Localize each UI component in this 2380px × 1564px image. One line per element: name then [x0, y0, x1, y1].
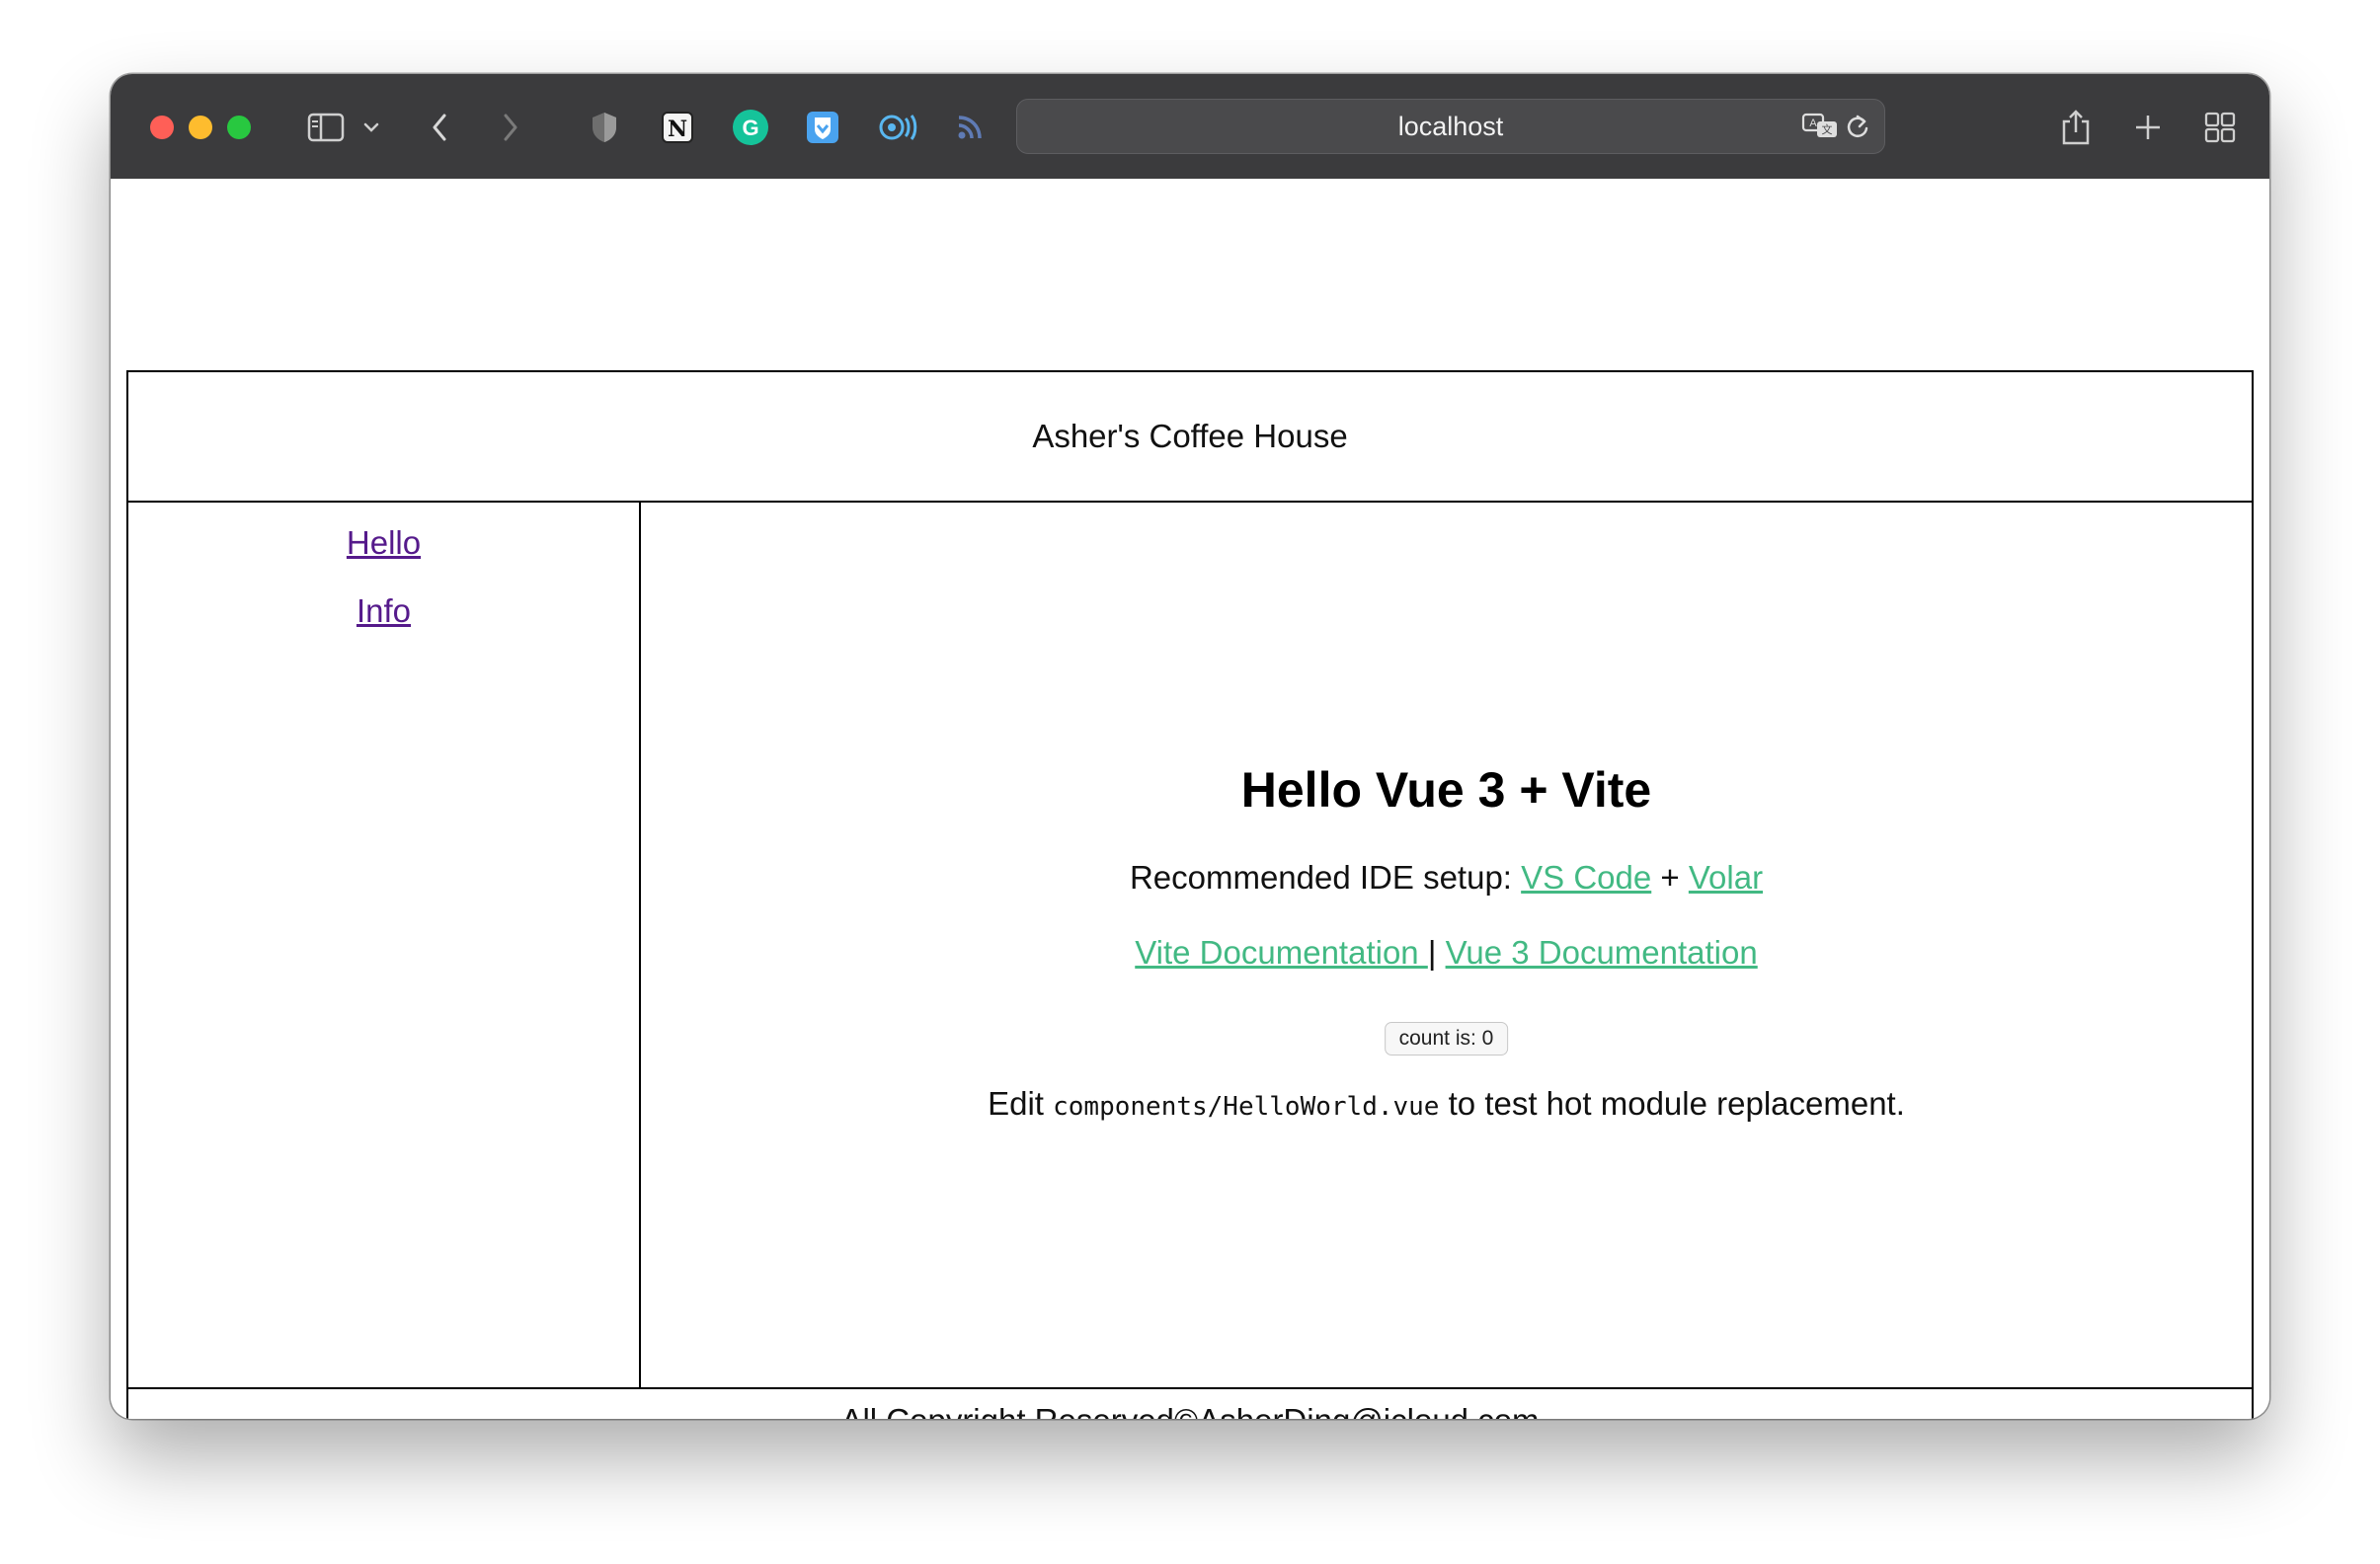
sidebar: Hello Info: [128, 501, 641, 1387]
sidebar-toggle-icon[interactable]: [304, 104, 348, 151]
back-icon[interactable]: [425, 104, 454, 151]
edit-suffix-text: to test hot module replacement.: [1439, 1085, 1905, 1122]
main-panel: Hello Vue 3 + Vite Recommended IDE setup…: [641, 501, 2252, 1387]
bitwarden-icon[interactable]: [802, 104, 843, 151]
chevron-down-icon[interactable]: [359, 104, 383, 151]
zoom-window-button[interactable]: [227, 116, 251, 139]
reload-icon[interactable]: [1843, 103, 1872, 150]
grammarly-icon[interactable]: G: [730, 104, 771, 151]
notion-icon[interactable]: N: [657, 104, 698, 151]
close-window-button[interactable]: [150, 116, 174, 139]
accessibility-icon[interactable]: [875, 104, 920, 151]
volar-link[interactable]: Volar: [1689, 859, 1763, 896]
nav-link-info[interactable]: Info: [128, 592, 639, 630]
docs-line: Vite Documentation | Vue 3 Documentation: [641, 934, 2252, 972]
vue-docs-link[interactable]: Vue 3 Documentation: [1446, 934, 1758, 971]
vscode-link[interactable]: VS Code: [1521, 859, 1651, 896]
app-layout: Asher's Coffee House Hello Info Hello Vu…: [126, 370, 2254, 1419]
browser-toolbar: N G localhost A 文: [111, 74, 2269, 180]
svg-text:N: N: [668, 117, 687, 142]
minimize-window-button[interactable]: [189, 116, 212, 139]
ide-plus-text: +: [1651, 859, 1689, 896]
site-header: Asher's Coffee House: [128, 372, 2252, 503]
svg-text:A: A: [1809, 117, 1817, 129]
site-title: Asher's Coffee House: [1032, 418, 1348, 454]
footer-text: All Copyright Reserved©AsherDing@icloud.…: [840, 1402, 1539, 1419]
svg-text:G: G: [742, 116, 758, 140]
rss-icon[interactable]: [952, 104, 988, 151]
ide-prefix-text: Recommended IDE setup:: [1129, 859, 1522, 896]
vite-docs-link[interactable]: Vite Documentation: [1135, 934, 1428, 971]
page-content: Asher's Coffee House Hello Info Hello Vu…: [111, 179, 2269, 1419]
component-path-code: components/HelloWorld.vue: [1053, 1092, 1440, 1122]
translate-icon[interactable]: A 文: [1799, 103, 1843, 150]
address-bar[interactable]: localhost A 文: [1016, 99, 1885, 154]
count-button[interactable]: count is: 0: [1384, 1022, 1509, 1056]
edit-hint-line: Edit components/HelloWorld.vue to test h…: [641, 1085, 2252, 1123]
svg-text:文: 文: [1822, 122, 1833, 136]
privacy-shield-icon[interactable]: [585, 104, 624, 151]
ide-setup-line: Recommended IDE setup: VS Code + Volar: [641, 859, 2252, 897]
browser-window: N G localhost A 文 Asher's Coffee House H…: [111, 74, 2269, 1419]
nav-link-hello[interactable]: Hello: [128, 524, 639, 562]
page-heading: Hello Vue 3 + Vite: [1240, 762, 1652, 818]
edit-prefix-text: Edit: [988, 1085, 1054, 1122]
new-tab-icon[interactable]: [2128, 104, 2168, 151]
forward-icon[interactable]: [496, 104, 525, 151]
docs-separator: |: [1427, 934, 1437, 971]
site-footer: All Copyright Reserved©AsherDing@icloud.…: [128, 1387, 2252, 1419]
tab-overview-icon[interactable]: [2198, 104, 2242, 151]
share-icon[interactable]: [2056, 104, 2096, 151]
url-text: localhost: [1397, 111, 1504, 141]
